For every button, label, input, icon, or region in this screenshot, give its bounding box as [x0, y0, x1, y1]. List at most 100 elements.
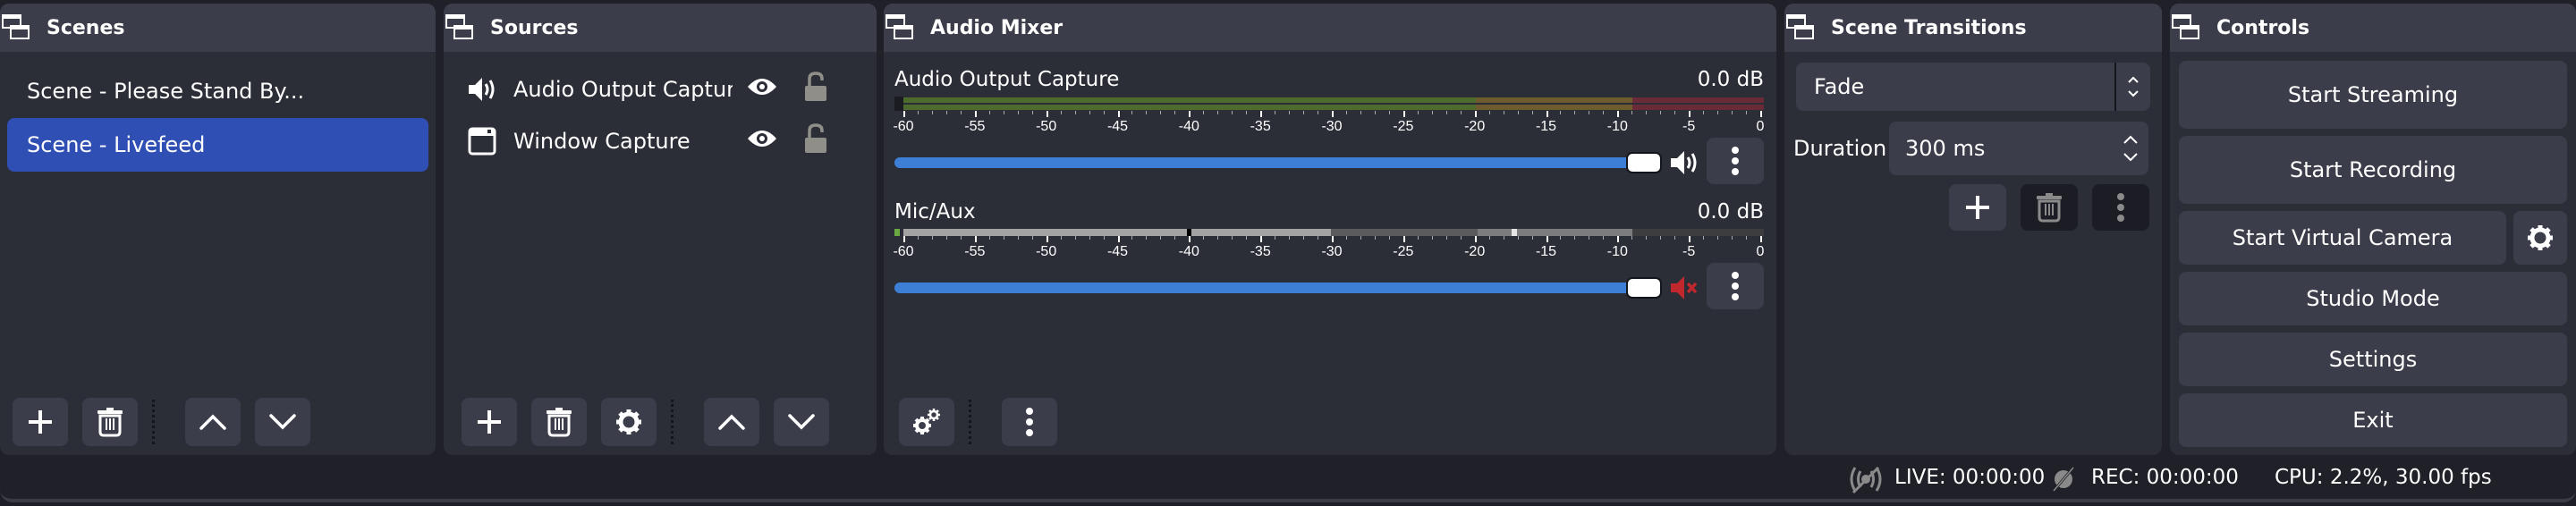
minor-tick	[1374, 236, 1376, 240]
minor-tick	[1703, 111, 1705, 114]
scale-label: -50	[1036, 119, 1057, 134]
scene-item[interactable]: Scene - Please Stand By...	[7, 64, 428, 118]
exit-button[interactable]: Exit	[2179, 393, 2567, 447]
scene-transitions-dock-header[interactable]: Scene Transitions	[1784, 4, 2162, 52]
meter-scale: -60 -55 -50 -45 -40 -35 -30 -25 -20 -15 -10 -5 0	[893, 236, 1764, 263]
scale-label: -30	[1321, 244, 1343, 259]
remove-source-button[interactable]	[531, 398, 587, 446]
move-source-up-button[interactable]	[704, 398, 759, 446]
muted-speaker-icon[interactable]	[1669, 274, 1699, 306]
minor-tick	[1203, 111, 1205, 114]
source-item[interactable]: Window Capture	[467, 118, 853, 164]
minor-tick	[1174, 236, 1176, 240]
minor-tick	[1203, 236, 1205, 240]
scene-item-selected[interactable]: Scene - Livefeed	[7, 118, 428, 172]
visibility-eye-icon[interactable]	[747, 76, 777, 103]
toolbar-separator	[671, 400, 674, 444]
minor-tick	[1646, 111, 1648, 114]
mixer-menu-button[interactable]	[1002, 398, 1057, 446]
major-tick	[1402, 236, 1405, 242]
chevron-up-icon	[199, 414, 226, 430]
add-transition-button[interactable]	[1949, 184, 2006, 231]
scale-label: -25	[1393, 119, 1414, 134]
minor-tick	[1246, 111, 1248, 114]
advanced-audio-properties-button[interactable]	[899, 398, 954, 446]
settings-button[interactable]: Settings	[2179, 333, 2567, 386]
move-scene-up-button[interactable]	[185, 398, 241, 446]
minor-tick	[1089, 111, 1090, 114]
streaming-inactive-icon	[1848, 464, 1884, 500]
transition-properties-button[interactable]	[2092, 184, 2149, 231]
minor-tick	[1674, 111, 1676, 114]
volume-slider-track[interactable]	[894, 283, 1646, 293]
audio-mixer-title: Audio Mixer	[930, 16, 1063, 39]
minor-tick	[1488, 111, 1490, 114]
scene-transitions-title: Scene Transitions	[1831, 16, 2027, 39]
move-scene-down-button[interactable]	[255, 398, 310, 446]
start-recording-button[interactable]: Start Recording	[2179, 136, 2567, 204]
major-tick	[903, 236, 905, 242]
kebab-menu-icon	[1732, 272, 1739, 300]
start-virtual-camera-button[interactable]: Start Virtual Camera	[2179, 211, 2506, 265]
major-tick	[1474, 111, 1477, 117]
minor-tick	[931, 236, 933, 240]
major-tick	[1617, 236, 1620, 242]
dock-windows-icon	[445, 13, 474, 42]
major-tick	[1474, 236, 1477, 242]
visibility-eye-icon[interactable]	[747, 128, 777, 155]
channel-menu-button[interactable]	[1707, 263, 1764, 309]
minor-tick	[1246, 236, 1248, 240]
add-source-button[interactable]	[462, 398, 517, 446]
move-source-down-button[interactable]	[774, 398, 829, 446]
source-item[interactable]: Audio Output Capture	[467, 66, 853, 113]
minor-tick	[1017, 236, 1019, 240]
remove-scene-button[interactable]	[82, 398, 138, 446]
remove-transition-button[interactable]	[2021, 184, 2078, 231]
rec-timer: REC: 00:00:00	[2091, 466, 2239, 489]
spinbox-arrows-icon[interactable]	[2113, 135, 2148, 162]
volume-slider-handle[interactable]	[1626, 152, 1662, 173]
minor-tick	[1360, 111, 1361, 114]
controls-dock-header[interactable]: Controls	[2170, 4, 2576, 52]
scale-label: -5	[1682, 244, 1696, 259]
unlocked-padlock-icon[interactable]	[804, 123, 827, 159]
volume-slider-track[interactable]	[894, 157, 1646, 168]
minor-tick	[1103, 236, 1105, 240]
audio-mixer-dock-header[interactable]: Audio Mixer	[884, 4, 1776, 52]
minor-tick	[1717, 236, 1719, 240]
minor-tick	[1660, 236, 1662, 240]
minor-tick	[1431, 111, 1433, 114]
transition-select[interactable]: Fade	[1796, 63, 2150, 111]
minor-tick	[1388, 111, 1390, 114]
studio-mode-button[interactable]: Studio Mode	[2179, 272, 2567, 325]
add-scene-button[interactable]	[13, 398, 68, 446]
duration-spinbox[interactable]: 300 ms	[1889, 122, 2148, 175]
chevron-up-icon	[718, 414, 745, 430]
scale-label: -20	[1464, 119, 1486, 134]
mixer-toolbar	[884, 398, 1776, 446]
virtual-camera-config-button[interactable]	[2513, 211, 2567, 265]
sources-dock-header[interactable]: Sources	[444, 4, 877, 52]
major-tick	[1260, 236, 1263, 242]
major-tick	[1760, 111, 1762, 117]
unlocked-padlock-icon[interactable]	[804, 72, 827, 107]
scale-label: -55	[964, 244, 986, 259]
scenes-dock-header[interactable]: Scenes	[0, 4, 436, 52]
gear-icon	[2528, 225, 2553, 250]
chevron-down-icon	[788, 414, 815, 430]
scale-label: -40	[1178, 244, 1199, 259]
minor-tick	[931, 111, 933, 114]
transition-selected-value: Fade	[1814, 74, 1865, 99]
volume-slider-handle[interactable]	[1626, 277, 1662, 299]
minor-tick	[1131, 236, 1133, 240]
minor-tick	[1174, 111, 1176, 114]
minor-tick	[1488, 236, 1490, 240]
minor-tick	[1017, 111, 1019, 114]
channel-menu-button[interactable]	[1707, 138, 1764, 184]
start-streaming-button[interactable]: Start Streaming	[2179, 61, 2567, 129]
controls-title: Controls	[2216, 16, 2310, 39]
source-properties-button[interactable]	[601, 398, 657, 446]
speaker-icon[interactable]	[1669, 148, 1699, 181]
minor-tick	[945, 111, 947, 114]
scale-label: -50	[1036, 244, 1057, 259]
